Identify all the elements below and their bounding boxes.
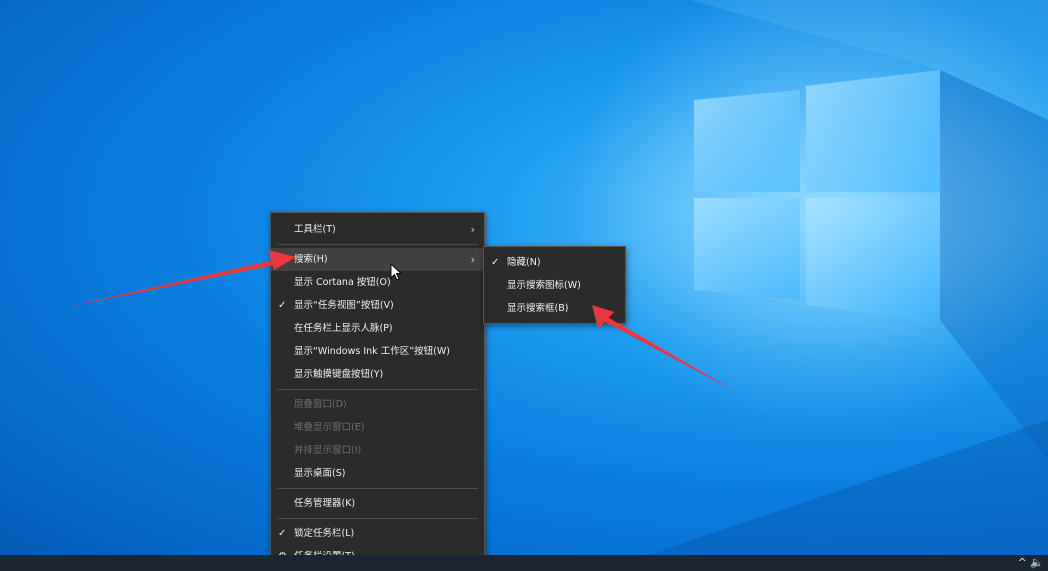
menu-item-label: 显示搜索图标(W) — [507, 280, 581, 291]
menu-item-label: 显示触摸键盘按钮(Y) — [294, 369, 384, 380]
menu-item-show-people[interactable]: 在任务栏上显示人脉(P) — [271, 317, 484, 340]
windows-logo-pane-br — [806, 198, 940, 322]
desktop[interactable]: 工具栏(T) › 搜索(H) › 显示 Cortana 按钮(O) ✓ 显示“任… — [0, 0, 1048, 571]
menu-item-label: 在任务栏上显示人脉(P) — [294, 323, 393, 334]
menu-item-lock-taskbar[interactable]: ✓ 锁定任务栏(L) — [271, 522, 484, 545]
menu-separator — [277, 244, 478, 245]
menu-item-label: 堆叠显示窗口(E) — [294, 422, 365, 433]
windows-logo-pane-tr — [806, 70, 940, 192]
menu-item-label: 隐藏(N) — [507, 257, 541, 268]
taskbar[interactable]: ^ 🔈 — [0, 555, 1048, 571]
chevron-right-icon: › — [470, 223, 475, 236]
submenu-item-show-search-box[interactable]: 显示搜索框(B) — [484, 297, 625, 320]
menu-item-show-windows-ink-button[interactable]: 显示“Windows Ink 工作区”按钮(W) — [271, 340, 484, 363]
menu-item-label: 并排显示窗口(I) — [294, 445, 362, 456]
windows-logo-pane-bl — [694, 198, 800, 300]
system-tray[interactable]: ^ 🔈 — [1018, 555, 1044, 571]
submenu-item-hidden[interactable]: ✓ 隐藏(N) — [484, 251, 625, 274]
menu-item-label: 显示搜索框(B) — [507, 303, 569, 314]
menu-item-label: 任务管理器(K) — [294, 498, 356, 509]
menu-item-search[interactable]: 搜索(H) › — [271, 248, 484, 271]
menu-separator — [277, 389, 478, 390]
menu-separator — [277, 488, 478, 489]
menu-item-show-task-view-button[interactable]: ✓ 显示“任务视图”按钮(V) — [271, 294, 484, 317]
menu-item-toolbars[interactable]: 工具栏(T) › — [271, 218, 484, 241]
check-icon: ✓ — [491, 257, 500, 268]
search-submenu: ✓ 隐藏(N) 显示搜索图标(W) 显示搜索框(B) — [483, 246, 626, 324]
menu-item-label: 显示桌面(S) — [294, 468, 346, 479]
menu-separator — [277, 518, 478, 519]
check-icon: ✓ — [278, 300, 287, 311]
menu-item-label: 显示“Windows Ink 工作区”按钮(W) — [294, 346, 450, 357]
check-icon: ✓ — [278, 528, 287, 539]
menu-item-label: 层叠窗口(D) — [294, 399, 347, 410]
menu-item-label: 工具栏(T) — [294, 224, 336, 235]
menu-item-label: 显示“任务视图”按钮(V) — [294, 300, 394, 311]
menu-item-task-manager[interactable]: 任务管理器(K) — [271, 492, 484, 515]
mouse-cursor-icon — [390, 263, 402, 281]
menu-item-show-touch-keyboard-button[interactable]: 显示触摸键盘按钮(Y) — [271, 363, 484, 386]
chevron-right-icon: › — [470, 253, 475, 266]
submenu-item-show-search-icon[interactable]: 显示搜索图标(W) — [484, 274, 625, 297]
menu-item-stack-windows: 堆叠显示窗口(E) — [271, 416, 484, 439]
menu-item-show-desktop[interactable]: 显示桌面(S) — [271, 462, 484, 485]
taskbar-context-menu: 工具栏(T) › 搜索(H) › 显示 Cortana 按钮(O) ✓ 显示“任… — [270, 212, 485, 569]
menu-item-label: 搜索(H) — [294, 254, 328, 265]
menu-item-cascade-windows: 层叠窗口(D) — [271, 393, 484, 416]
menu-item-show-cortana-button[interactable]: 显示 Cortana 按钮(O) — [271, 271, 484, 294]
menu-item-label: 锁定任务栏(L) — [294, 528, 355, 539]
menu-item-label: 显示 Cortana 按钮(O) — [294, 277, 391, 288]
windows-logo-pane-tl — [694, 90, 800, 192]
menu-item-side-by-side-windows: 并排显示窗口(I) — [271, 439, 484, 462]
